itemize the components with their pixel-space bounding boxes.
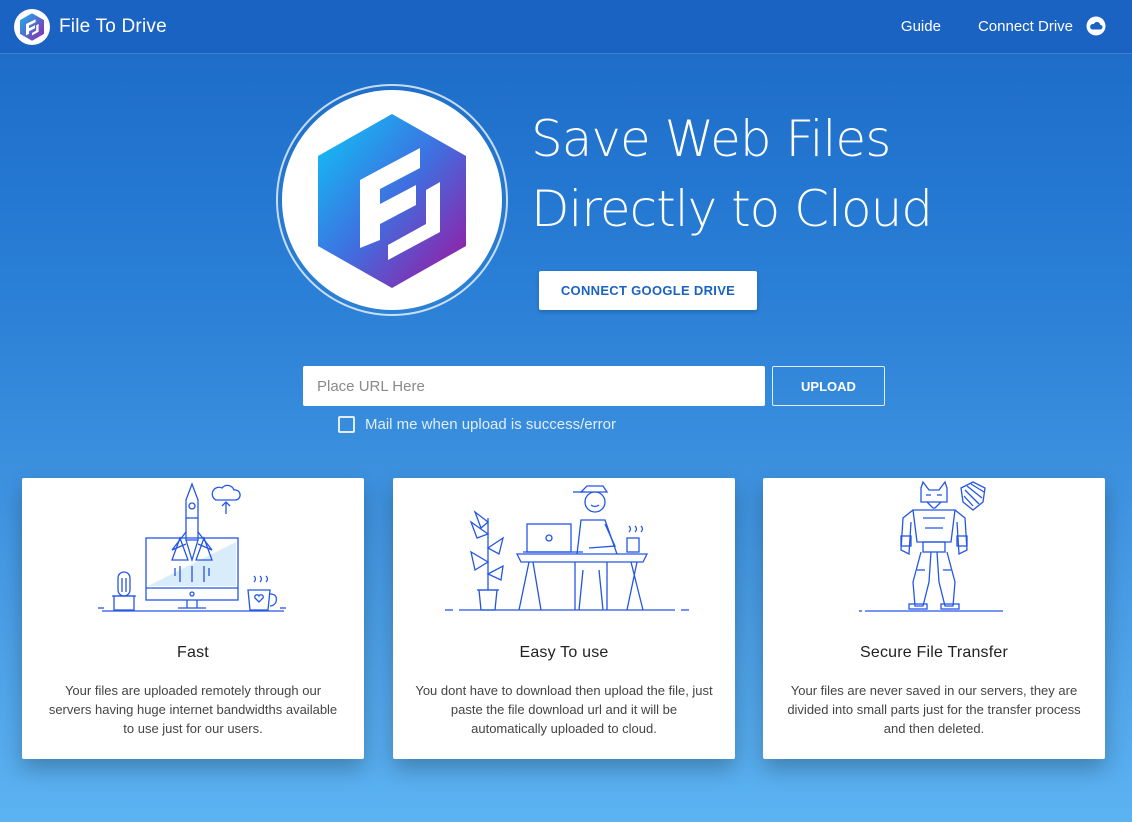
- feature-card-secure: Secure File Transfer Your files are neve…: [763, 478, 1105, 759]
- app-title: File To Drive: [59, 16, 167, 37]
- feature-title: Easy To use: [519, 644, 609, 661]
- feature-card-fast: Fast Your files are uploaded remotely th…: [22, 478, 364, 759]
- hero-title: Save Web Files Directly to Cloud: [531, 104, 951, 244]
- upload-button[interactable]: UPLOAD: [772, 366, 885, 406]
- nav-connect-drive-link[interactable]: Connect Drive: [978, 18, 1073, 35]
- rocket-launch-illustration-icon: [98, 482, 286, 612]
- person-at-desk-illustration-icon: [445, 485, 689, 611]
- hero-logo-ring: [276, 84, 508, 316]
- robot-shield-illustration-icon: [859, 480, 1003, 612]
- connect-google-drive-button[interactable]: CONNECT GOOGLE DRIVE: [539, 271, 757, 310]
- mail-checkbox[interactable]: [338, 416, 355, 433]
- feature-description: Your files are uploaded remotely through…: [48, 683, 338, 736]
- mail-checkbox-label: Mail me when upload is success/error: [365, 416, 616, 433]
- feature-description: You dont have to download then upload th…: [415, 683, 713, 736]
- brand-home-link[interactable]: File To Drive: [14, 9, 167, 45]
- feature-description: Your files are never saved in our server…: [787, 683, 1081, 736]
- mail-notification-option[interactable]: Mail me when upload is success/error: [338, 416, 616, 433]
- cloud-icon[interactable]: [1086, 16, 1106, 36]
- hero-logo-icon: [282, 90, 502, 310]
- feature-title: Fast: [177, 644, 209, 661]
- hero-title-line-2: Directly to Cloud: [531, 180, 933, 238]
- feature-title: Secure File Transfer: [859, 644, 1009, 661]
- app-logo-icon: [14, 9, 50, 45]
- nav-menu: Guide Connect Drive: [901, 16, 1106, 36]
- url-input[interactable]: [303, 366, 765, 406]
- nav-guide-link[interactable]: Guide: [901, 18, 941, 35]
- hero-title-line-1: Save Web Files: [531, 110, 891, 168]
- feature-card-easy: Easy To use You dont have to download th…: [393, 478, 735, 759]
- navbar: File To Drive Guide Connect Drive: [0, 0, 1132, 54]
